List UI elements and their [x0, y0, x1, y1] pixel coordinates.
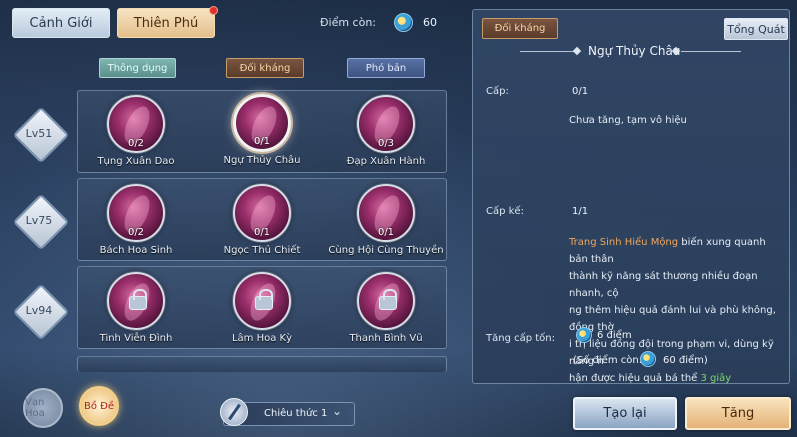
description-line: ng thêm hiệu quả đánh lui và phù không, … [569, 305, 776, 333]
category-common: Thông dụng [99, 58, 176, 78]
skill-name: Ngự Thủy Châu [223, 155, 301, 166]
remaining-value: 60 điểm) [663, 355, 708, 366]
tab-realm[interactable]: Cảnh Giới [12, 8, 110, 38]
upgrade-button[interactable]: Tăng [685, 397, 791, 430]
skill-count: 0/1 [253, 136, 271, 147]
skill-name: Tinh Viễn Đình [99, 333, 173, 344]
skill-orb-icon[interactable]: 0/2 [107, 95, 165, 153]
skill-orb-icon[interactable] [233, 272, 291, 330]
category-instance: Phó bản [347, 58, 425, 78]
skill-slot[interactable]: Thanh Bình Vũ [331, 272, 441, 344]
skill-name: Đạp Xuân Hành [346, 156, 426, 167]
level-label: Lv51 [25, 126, 53, 140]
skill-name: Cùng Hội Cùng Thuyền [328, 245, 444, 256]
skill-slot[interactable]: Tinh Viễn Đình [81, 272, 191, 344]
level-status: Chưa tăng, tạm vô hiệu [569, 115, 687, 126]
skill-name: Ngọc Thủ Chiết [223, 245, 301, 256]
skill-orb-icon[interactable]: 0/2 [107, 184, 165, 242]
plan-label: Chiêu thức 1 [264, 408, 328, 419]
skill-row [77, 356, 447, 372]
level-badge: Lv75 [14, 200, 64, 240]
description-line: hận được hiệu quả bá thể [569, 373, 701, 384]
cost-value: 6 điểm [597, 330, 632, 341]
notification-dot [209, 6, 218, 15]
skill-count: 0/1 [253, 227, 271, 238]
school-bo-de-button[interactable]: Bồ Đề [79, 386, 119, 426]
title-divider [681, 51, 741, 52]
skill-count: 0/3 [377, 138, 395, 149]
skill-name: Tụng Xuân Dao [97, 156, 175, 167]
skill-name: Bách Hoa Sinh [99, 245, 173, 256]
skill-slot[interactable]: Lâm Hoa Kỳ [207, 272, 317, 344]
panel-category-tag: Đối kháng [482, 18, 558, 39]
skill-orb-icon[interactable]: 0/1 [357, 184, 415, 242]
lock-icon [129, 289, 147, 310]
skill-orb-icon[interactable] [107, 272, 165, 330]
chevron-down-icon[interactable]: ⌄ [332, 404, 342, 418]
level-badge: Lv51 [14, 113, 64, 153]
points-label: Điểm còn: [320, 16, 377, 29]
skill-count: 0/2 [127, 227, 145, 238]
lock-icon [255, 289, 273, 310]
skill-slot[interactable]: 0/2 Bách Hoa Sinh [81, 184, 191, 256]
points-value: 60 [423, 16, 437, 29]
skill-slot[interactable]: 0/1 Ngọc Thủ Chiết [207, 184, 317, 256]
level-value: 0/1 [572, 86, 589, 97]
next-level-value: 1/1 [572, 206, 589, 217]
skill-orb-icon[interactable]: 0/3 [357, 95, 415, 153]
cost-label: Tăng cấp tốn: [486, 333, 555, 344]
point-coin-icon [394, 13, 413, 32]
level-label: Lv94 [25, 303, 53, 317]
level-label: Lv75 [25, 213, 53, 227]
next-level-label: Cấp kế: [486, 206, 524, 217]
point-coin-icon [640, 351, 656, 367]
overview-button[interactable]: Tổng Quát [724, 18, 788, 40]
skill-slot-selected[interactable]: 0/1 Ngự Thủy Châu [207, 94, 317, 166]
level-badge: Lv94 [14, 290, 64, 330]
school-van-hoa-button[interactable]: Vạn Hoa [23, 388, 63, 428]
category-counter: Đối kháng [226, 58, 304, 78]
reset-button[interactable]: Tạo lại [573, 397, 677, 430]
level-label: Cấp: [486, 86, 509, 97]
skill-slot[interactable]: 0/2 Tụng Xuân Dao [81, 95, 191, 167]
panel-skill-title: Ngự Thủy Châu [588, 44, 681, 58]
remaining-prefix: (Số điểm còn: [573, 355, 643, 366]
skill-orb-icon[interactable] [357, 272, 415, 330]
description-duration: 3 giây [700, 373, 732, 384]
tab-talent[interactable]: Thiên Phú [117, 8, 215, 38]
skill-orb-icon[interactable]: 0/1 [233, 94, 291, 152]
skill-slot[interactable]: 0/1 Cùng Hội Cùng Thuyền [328, 184, 444, 256]
lock-icon [379, 289, 397, 310]
skill-orb-icon[interactable]: 0/1 [233, 184, 291, 242]
skill-name: Lâm Hoa Kỳ [231, 333, 293, 344]
skill-name: Thanh Bình Vũ [349, 333, 423, 344]
title-divider [520, 51, 578, 52]
skill-count: 0/2 [127, 138, 145, 149]
brush-icon [220, 398, 248, 426]
skill-count: 0/1 [377, 227, 395, 238]
point-coin-icon [576, 327, 592, 343]
description-highlight: Trang Sinh Hiểu Mộng [569, 237, 679, 248]
description-line: thành kỹ năng sát thương nhiều đoạn nhan… [569, 271, 758, 299]
skill-slot[interactable]: 0/3 Đạp Xuân Hành [331, 95, 441, 167]
